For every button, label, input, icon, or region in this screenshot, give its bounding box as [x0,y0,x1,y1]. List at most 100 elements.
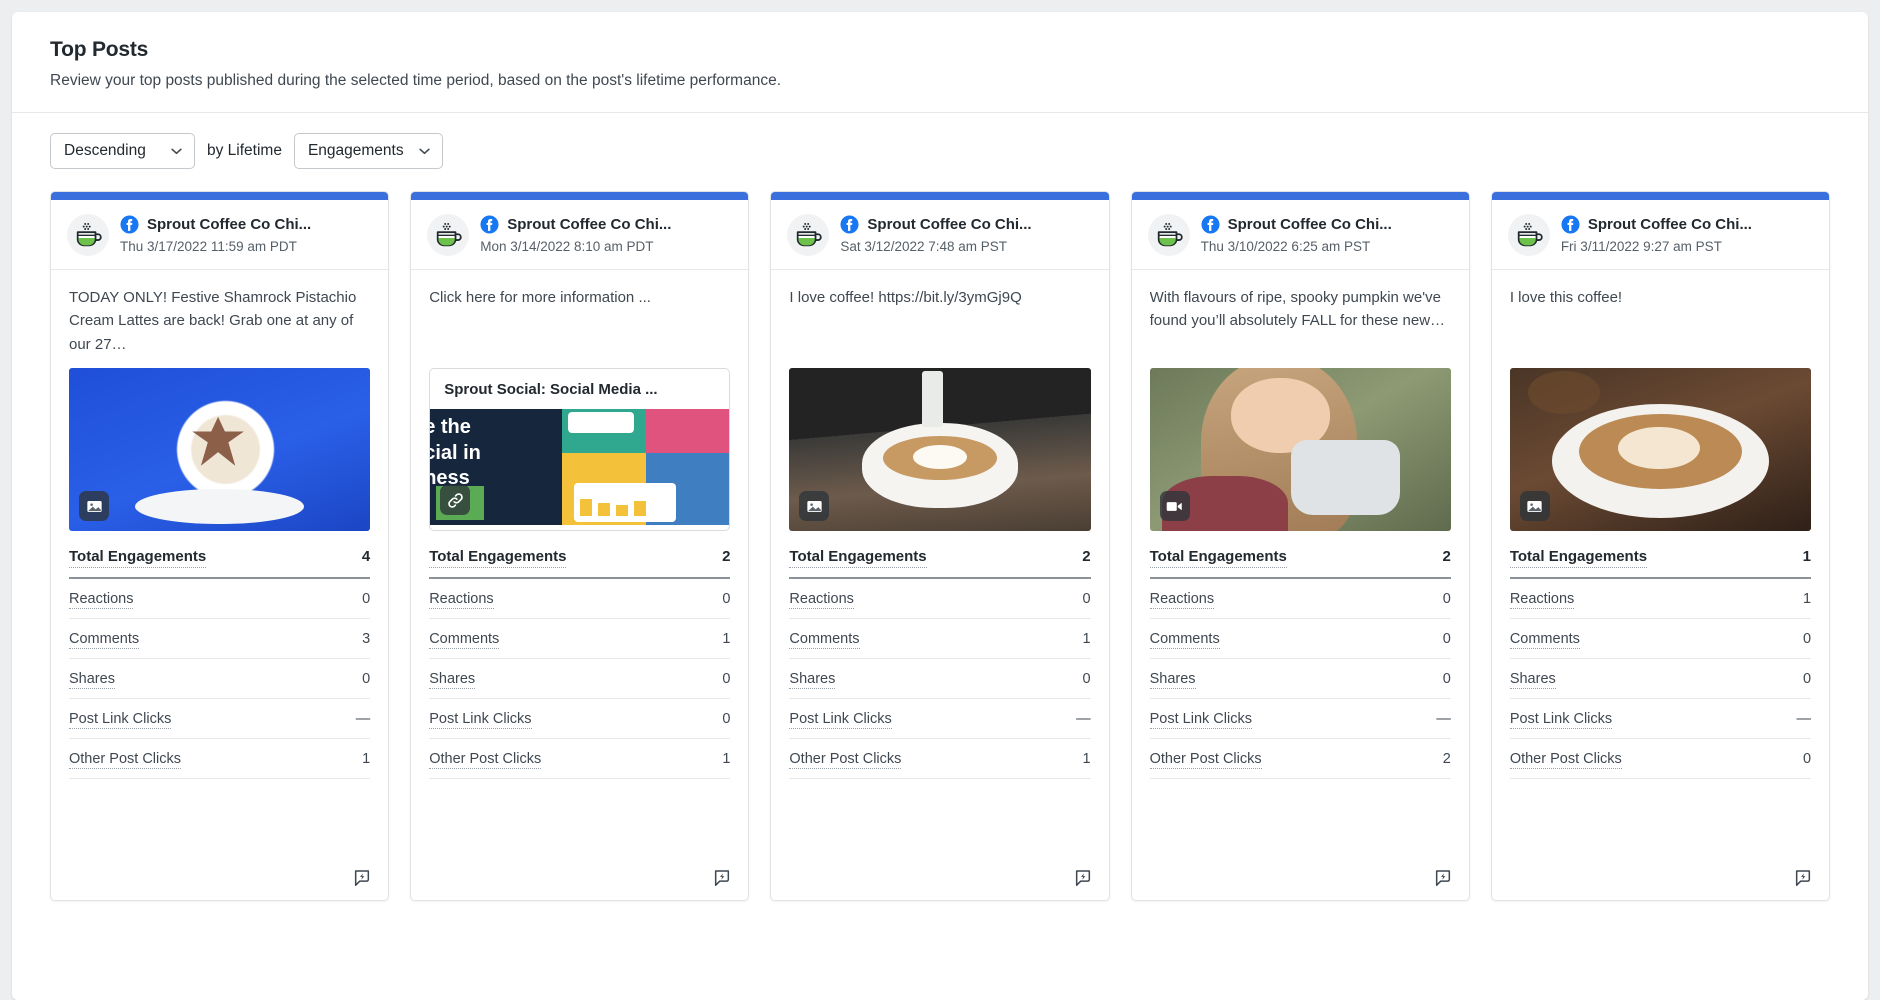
page-root: Top Posts Review your top posts publishe… [0,0,1880,1000]
account-name[interactable]: Sprout Coffee Co Chi... [1588,216,1752,233]
metric-label[interactable]: Post Link Clicks [1510,710,1612,729]
metric-label[interactable]: Total Engagements [1510,548,1647,568]
avatar [427,214,469,256]
metric-row: Total Engagements 1 [1510,545,1811,579]
metric-label[interactable]: Reactions [429,590,493,609]
metric-label[interactable]: Comments [429,630,499,649]
metric-value: 0 [722,711,730,727]
metric-label[interactable]: Shares [1510,670,1556,689]
post-timestamp: Mon 3/14/2022 8:10 am PDT [480,239,732,254]
metric-label[interactable]: Reactions [1150,590,1214,609]
metric-label[interactable]: Post Link Clicks [429,710,531,729]
post-media[interactable] [69,368,370,531]
metric-row: Comments 1 [789,619,1090,659]
link-preview-title: Sprout Social: Social Media ... [430,369,729,409]
metric-value: 2 [1443,751,1451,767]
metric-label[interactable]: Total Engagements [1150,548,1287,568]
top-posts-panel: Top Posts Review your top posts publishe… [12,12,1868,1000]
post-media[interactable] [1510,368,1811,531]
metric-label[interactable]: Post Link Clicks [69,710,171,729]
metric-label[interactable]: Reactions [789,590,853,609]
metric-label[interactable]: Reactions [69,590,133,609]
post-card[interactable]: Sprout Coffee Co Chi... Fri 3/11/2022 9:… [1491,191,1830,901]
account-name[interactable]: Sprout Coffee Co Chi... [507,216,671,233]
metric-label[interactable]: Total Engagements [789,548,926,568]
metric-label[interactable]: Shares [789,670,835,689]
metric-label[interactable]: Comments [1510,630,1580,649]
chevron-down-icon [170,145,183,158]
metric-row: Post Link Clicks 0 [429,699,730,739]
message-bolt-icon[interactable] [1433,868,1453,888]
metric-value: — [356,711,371,727]
metric-label[interactable]: Shares [429,670,475,689]
metric-label[interactable]: Post Link Clicks [1150,710,1252,729]
post-card[interactable]: Sprout Coffee Co Chi... Thu 3/17/2022 11… [50,191,389,901]
metric-row: Reactions 0 [429,579,730,619]
metric-label[interactable]: Total Engagements [69,548,206,568]
metric-label[interactable]: Post Link Clicks [789,710,891,729]
metric-row: Other Post Clicks 1 [69,739,370,779]
metric-label[interactable]: Other Post Clicks [1510,750,1622,769]
post-card-header: Sprout Coffee Co Chi... Thu 3/17/2022 11… [51,200,388,270]
metric-row: Reactions 0 [1150,579,1451,619]
metric-label[interactable]: Comments [789,630,859,649]
photo-icon [79,491,109,521]
card-accent-bar [411,192,748,200]
metric-row: Shares 0 [69,659,370,699]
metric-value: 1 [1083,631,1091,647]
message-bolt-icon[interactable] [352,868,372,888]
panel-header: Top Posts Review your top posts publishe… [12,12,1868,112]
metric-value: 1 [362,751,370,767]
post-card[interactable]: Sprout Coffee Co Chi... Mon 3/14/2022 8:… [410,191,749,901]
metric-value: 0 [1443,671,1451,687]
facebook-icon [1201,215,1220,234]
metric-label[interactable]: Other Post Clicks [789,750,901,769]
metric-value: — [1436,711,1451,727]
sort-order-select[interactable]: Descending [50,133,195,169]
metric-value: 1 [1803,548,1811,565]
metric-value: 1 [1803,591,1811,607]
message-bolt-icon[interactable] [712,868,732,888]
metric-value: 0 [362,671,370,687]
metric-label[interactable]: Comments [69,630,139,649]
post-link-preview[interactable]: Sprout Social: Social Media ... e thecia… [429,368,730,531]
card-accent-bar [51,192,388,200]
metric-label[interactable]: Other Post Clicks [429,750,541,769]
metric-row: Other Post Clicks 1 [429,739,730,779]
panel-subtitle: Review your top posts published during t… [50,72,1830,90]
post-metrics: Total Engagements 1 Reactions 1 Comments… [1510,545,1811,785]
card-footer [1132,860,1469,900]
metric-value: 0 [1803,751,1811,767]
chevron-down-icon [418,145,431,158]
avatar [67,214,109,256]
account-name[interactable]: Sprout Coffee Co Chi... [867,216,1031,233]
photo-icon [1520,491,1550,521]
post-media[interactable] [1150,368,1451,531]
page-title: Top Posts [50,38,1830,62]
metric-row: Comments 3 [69,619,370,659]
metric-row: Reactions 0 [789,579,1090,619]
metric-label[interactable]: Shares [69,670,115,689]
metric-row: Reactions 0 [69,579,370,619]
metric-row: Shares 0 [1510,659,1811,699]
metric-row: Comments 1 [429,619,730,659]
metric-label[interactable]: Other Post Clicks [1150,750,1262,769]
metric-label[interactable]: Shares [1150,670,1196,689]
metric-row: Other Post Clicks 1 [789,739,1090,779]
account-name[interactable]: Sprout Coffee Co Chi... [1228,216,1392,233]
account-name[interactable]: Sprout Coffee Co Chi... [147,216,311,233]
coffee-cup-icon [1514,220,1544,250]
metric-label[interactable]: Comments [1150,630,1220,649]
post-text: TODAY ONLY! Festive Shamrock Pistachio C… [69,286,370,362]
post-media[interactable] [789,368,1090,531]
metric-label[interactable]: Other Post Clicks [69,750,181,769]
message-bolt-icon[interactable] [1793,868,1813,888]
metric-row: Other Post Clicks 0 [1510,739,1811,779]
sort-metric-select[interactable]: Engagements [294,133,443,169]
message-bolt-icon[interactable] [1073,868,1093,888]
message-bolt-icon [1793,868,1813,888]
metric-label[interactable]: Reactions [1510,590,1574,609]
post-card[interactable]: Sprout Coffee Co Chi... Sat 3/12/2022 7:… [770,191,1109,901]
post-card[interactable]: Sprout Coffee Co Chi... Thu 3/10/2022 6:… [1131,191,1470,901]
metric-label[interactable]: Total Engagements [429,548,566,568]
